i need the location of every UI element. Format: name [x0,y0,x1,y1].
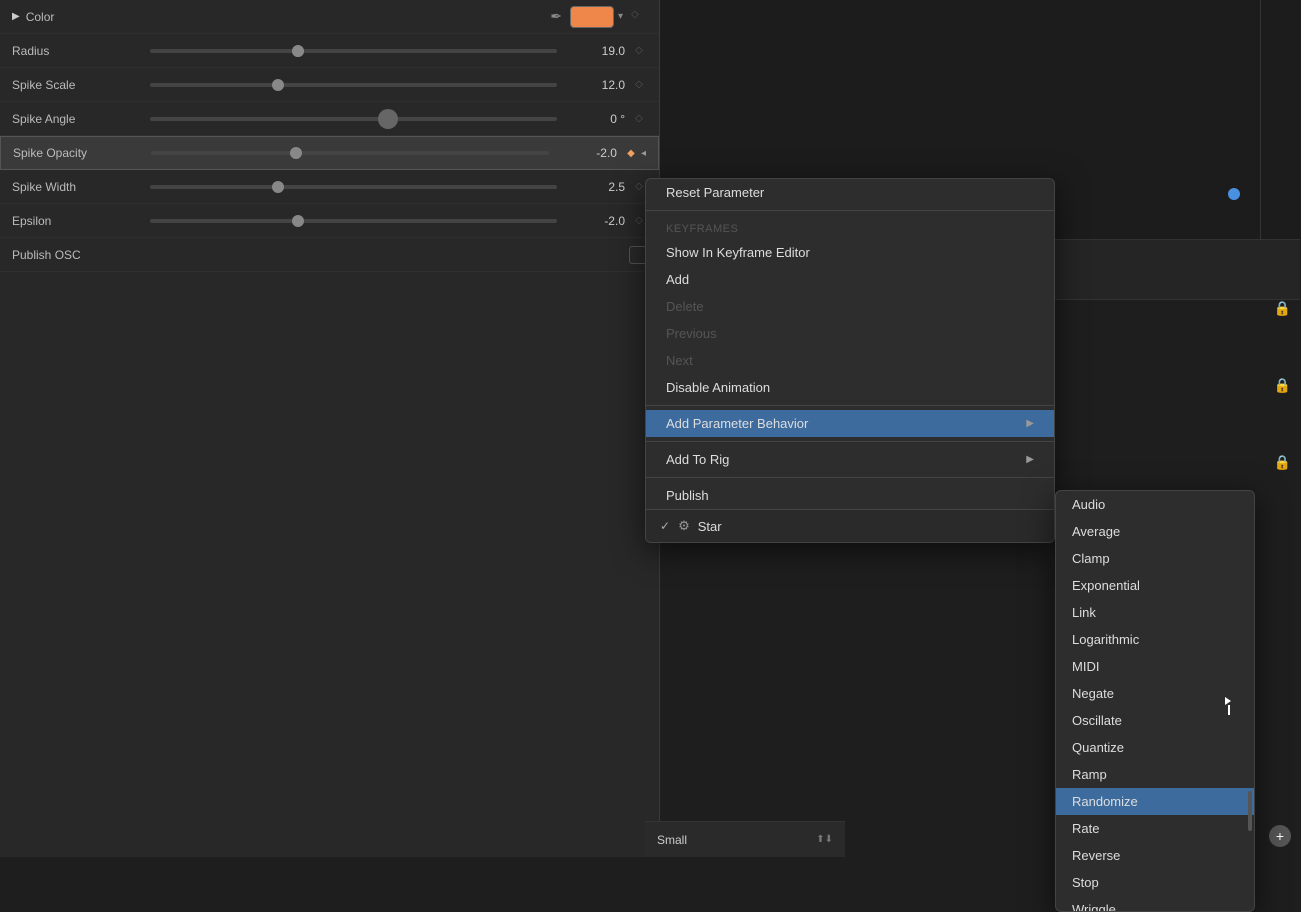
spike-angle-label: Spike Angle [12,112,142,126]
spike-opacity-slider[interactable] [151,151,549,155]
menu-sep-1 [646,210,1054,211]
bottom-size-dropdown[interactable]: Small ⬆⬇ [645,821,845,857]
spike-opacity-row: Spike Opacity -2.0 ◆ ◂ [0,136,659,170]
menu-delete: Delete [646,293,1054,320]
dropdown-arrows-icon: ⬆⬇ [816,834,833,845]
submenu-audio[interactable]: Audio [1056,491,1254,518]
menu-sep-3 [646,441,1054,442]
dropdown-value: Small [657,833,816,847]
radius-label: Radius [12,44,142,58]
spike-angle-thumb[interactable] [378,109,398,129]
submenu-negate[interactable]: Negate [1056,680,1254,707]
submenu-wriggle[interactable]: Wriggle [1056,896,1254,911]
submenu-reverse[interactable]: Reverse [1056,842,1254,869]
lock-icons-panel: 🔒 🔒 🔒 [1274,300,1291,471]
submenu-clamp[interactable]: Clamp [1056,545,1254,572]
epsilon-thumb[interactable] [292,215,304,227]
menu-sep-4 [646,477,1054,478]
epsilon-value: -2.0 [565,214,625,228]
spike-opacity-label: Spike Opacity [13,146,143,160]
lock-icon-1[interactable]: 🔒 [1274,300,1291,317]
submenu-logarithmic[interactable]: Logarithmic [1056,626,1254,653]
color-keyframe-diamond[interactable]: ◇ [631,9,647,25]
submenu-scroll-area[interactable]: Audio Average Clamp Exponential Link Log… [1056,491,1254,911]
submenu-oscillate[interactable]: Oscillate [1056,707,1254,734]
left-panel: ▶ Color ✒ ▾ ◇ Radius 19.0 ◇ Spike Scale … [0,0,660,857]
spike-angle-value: 0 ° [565,112,625,126]
spike-angle-slider[interactable] [150,117,557,121]
menu-publish[interactable]: Publish [646,482,1054,509]
radius-row: Radius 19.0 ◇ [0,34,659,68]
spike-width-label: Spike Width [12,180,142,194]
submenu-ramp[interactable]: Ramp [1056,761,1254,788]
spike-width-thumb[interactable] [272,181,284,193]
menu-add[interactable]: Add [646,266,1054,293]
radius-slider-thumb[interactable] [292,45,304,57]
menu-add-to-rig-arrow: ▶ [1026,454,1034,465]
submenu-link[interactable]: Link [1056,599,1254,626]
layer-name-in-menu: Star [698,519,722,534]
publish-osc-row: Publish OSC [0,238,659,272]
spike-opacity-value: -2.0 [557,146,617,160]
menu-keyframes-header: KEYFRAMES [646,215,1054,239]
menu-disable-animation[interactable]: Disable Animation [646,374,1054,401]
spike-angle-row: Spike Angle 0 ° ◇ [0,102,659,136]
eyedropper-icon[interactable]: ✒ [550,8,562,25]
layer-icon-in-menu: ⚙ [678,518,690,534]
publish-osc-label: Publish OSC [12,248,142,262]
color-swatch[interactable] [570,6,614,28]
menu-add-param-behavior[interactable]: Add Parameter Behavior ▶ [646,410,1054,437]
add-button[interactable]: + [1269,825,1291,847]
menu-reset-param[interactable]: Reset Parameter [646,179,1054,206]
menu-add-param-behavior-arrow: ▶ [1026,418,1034,429]
radius-slider[interactable] [150,49,557,53]
color-chevron-icon[interactable]: ▾ [618,11,623,22]
color-label: Color [26,10,551,24]
spike-scale-row: Spike Scale 12.0 ◇ [0,68,659,102]
spike-width-row: Spike Width 2.5 ◇ [0,170,659,204]
submenu-quantize[interactable]: Quantize [1056,734,1254,761]
color-row: ▶ Color ✒ ▾ ◇ [0,0,659,34]
color-expand-arrow[interactable]: ▶ [12,11,20,22]
submenu-rate[interactable]: Rate [1056,815,1254,842]
menu-previous: Previous [646,320,1054,347]
epsilon-label: Epsilon [12,214,142,228]
spike-scale-thumb[interactable] [272,79,284,91]
menu-sep-2 [646,405,1054,406]
epsilon-row: Epsilon -2.0 ◇ [0,204,659,238]
spike-opacity-keyframe-diamond[interactable]: ◆ [623,145,639,161]
spike-opacity-context-arrow: ◂ [641,148,646,159]
epsilon-slider[interactable] [150,219,557,223]
spike-scale-label: Spike Scale [12,78,142,92]
submenu-average[interactable]: Average [1056,518,1254,545]
radius-value: 19.0 [565,44,625,58]
spike-opacity-thumb[interactable] [290,147,302,159]
submenu-randomize[interactable]: Randomize [1056,788,1254,815]
radius-keyframe-diamond[interactable]: ◇ [631,43,647,59]
spike-scale-value: 12.0 [565,78,625,92]
menu-show-in-keyframe-editor[interactable]: Show In Keyframe Editor [646,239,1054,266]
menu-add-to-rig[interactable]: Add To Rig ▶ [646,446,1054,473]
submenu-stop[interactable]: Stop [1056,869,1254,896]
submenu-scrollbar-thumb [1248,791,1252,831]
spike-width-slider[interactable] [150,185,557,189]
layer-row-in-menu[interactable]: ✓ ⚙ Star [646,509,1054,542]
spike-scale-keyframe-diamond[interactable]: ◇ [631,77,647,93]
menu-next: Next [646,347,1054,374]
spike-angle-keyframe-diamond[interactable]: ◇ [631,111,647,127]
context-menu: Reset Parameter KEYFRAMES Show In Keyfra… [645,178,1055,543]
layer-checkmark: ✓ [660,519,670,533]
timeline-ruler-line [1260,0,1261,240]
timeline-playhead-dot[interactable] [1228,188,1240,200]
lock-icon-2[interactable]: 🔒 [1274,377,1291,394]
spike-scale-slider[interactable] [150,83,557,87]
lock-icon-3[interactable]: 🔒 [1274,454,1291,471]
parameter-behavior-submenu: Audio Average Clamp Exponential Link Log… [1055,490,1255,912]
submenu-exponential[interactable]: Exponential [1056,572,1254,599]
submenu-midi[interactable]: MIDI [1056,653,1254,680]
spike-width-value: 2.5 [565,180,625,194]
